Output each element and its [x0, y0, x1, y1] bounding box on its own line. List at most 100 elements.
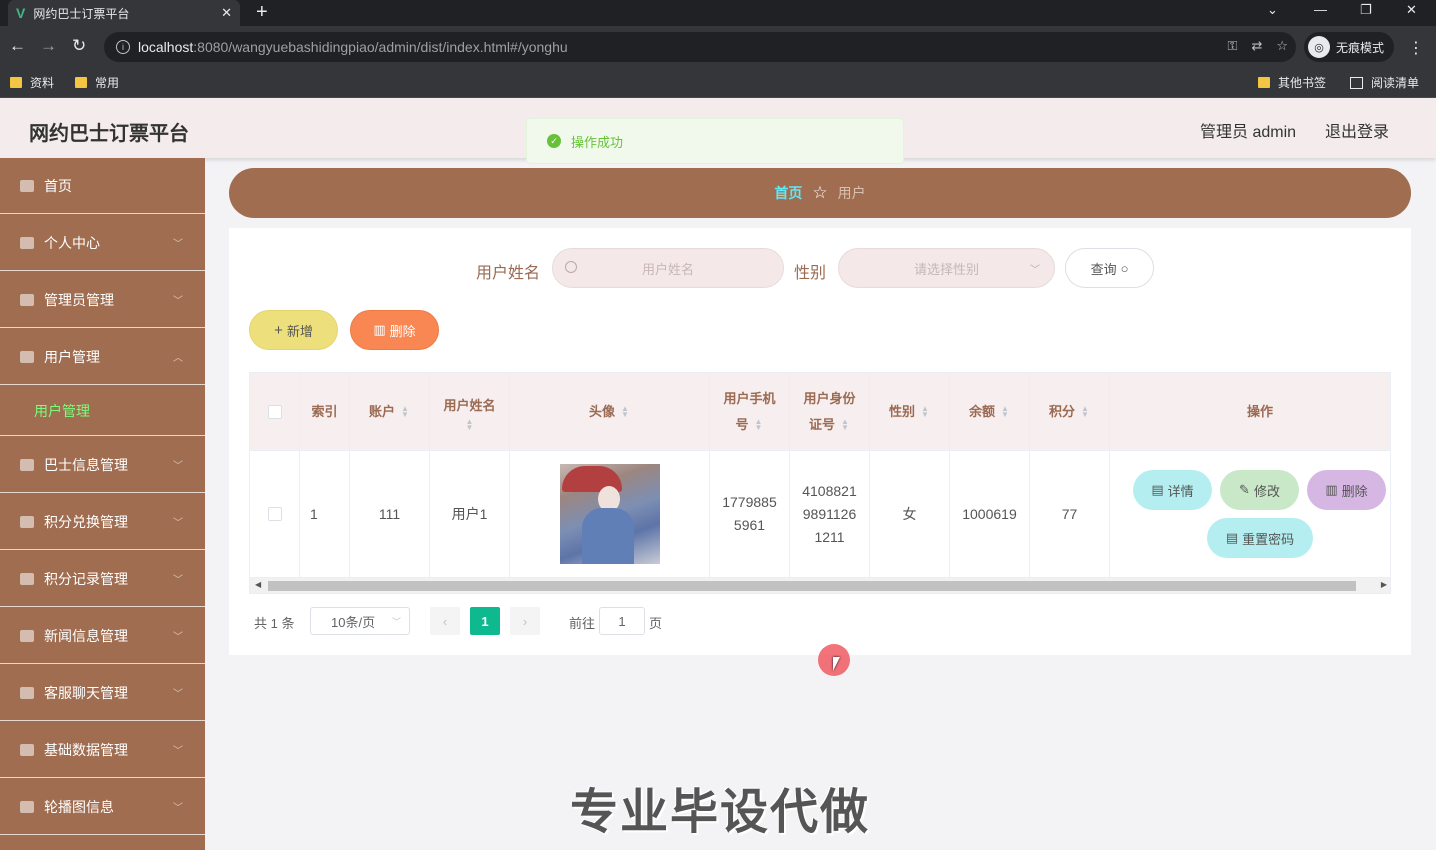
close-window-icon[interactable]: ✕	[1406, 2, 1417, 18]
column-header-ops: 操作	[1110, 373, 1390, 451]
next-page-button[interactable]: ›	[510, 607, 540, 635]
column-header-points[interactable]: 积分 ▲ ▼	[1030, 373, 1110, 451]
bookmark-folder[interactable]: 常用	[75, 74, 119, 91]
name-search-input[interactable]: 用户姓名	[552, 248, 784, 288]
admin-label: 管理员 admin	[1200, 124, 1297, 141]
row-delete-button[interactable]: ▥ 删除	[1307, 470, 1386, 510]
cell-gender: 女	[870, 451, 950, 578]
trash-icon: ▥	[373, 322, 386, 337]
reading-list[interactable]: 阅读清单	[1350, 74, 1419, 91]
prev-page-button[interactable]: ‹	[430, 607, 460, 635]
restore-icon[interactable]: ❐	[1360, 2, 1372, 18]
forward-icon[interactable]: →	[40, 36, 57, 56]
column-header-phone[interactable]: 用户手机号 ▲ ▼	[710, 373, 790, 451]
gender-select[interactable]: 请选择性别 ﹀	[838, 248, 1055, 288]
column-header-balance[interactable]: 余额 ▲ ▼	[950, 373, 1030, 451]
cell-phone: 1779885 5961	[710, 451, 790, 578]
mail-icon	[20, 293, 34, 306]
scroll-right-icon[interactable]: ▶	[1381, 580, 1387, 589]
sidebar-item-profile[interactable]: 个人中心 ﹀	[0, 215, 205, 271]
close-tab-icon[interactable]: ✕	[221, 5, 232, 21]
chevron-down-icon: ﹀	[391, 617, 401, 627]
header-select-all[interactable]	[250, 373, 300, 451]
query-button[interactable]: 查询 ○	[1065, 248, 1154, 288]
goto-page-input[interactable]: 1	[599, 607, 645, 635]
star-bookmark-icon[interactable]: ☆	[1276, 38, 1288, 54]
address-bar[interactable]: i localhost:8080/wangyuebashidingpiao/ad…	[104, 32, 1296, 62]
reset-password-button[interactable]: ▤ 重置密码	[1207, 518, 1313, 558]
sort-icon[interactable]: ▲ ▼	[920, 404, 930, 418]
chart-icon	[20, 458, 34, 471]
search-icon: ○	[1120, 260, 1129, 276]
translate-icon[interactable]: ⇄	[1251, 38, 1262, 54]
success-toast: ✓ 操作成功	[526, 118, 904, 164]
sort-icon[interactable]: ▲ ▼	[465, 417, 475, 431]
sidebar-item-chat[interactable]: 客服聊天管理 ﹀	[0, 665, 205, 721]
sidebar-item-points-exchange[interactable]: 积分兑换管理 ﹀	[0, 494, 205, 550]
current-page[interactable]: 1	[470, 607, 500, 635]
chevron-down-icon: ﹀	[1030, 265, 1040, 276]
column-header-name[interactable]: 用户姓名 ▲ ▼	[430, 373, 510, 451]
sort-icon[interactable]: ▲ ▼	[1080, 404, 1090, 418]
image-icon	[20, 800, 34, 813]
column-header-gender[interactable]: 性别 ▲ ▼	[870, 373, 950, 451]
sort-icon[interactable]: ▲ ▼	[840, 418, 850, 432]
breadcrumb-home[interactable]: 首页	[774, 183, 802, 203]
page-size-select[interactable]: 10条/页 ﹀	[310, 607, 410, 635]
sort-icon[interactable]: ▲ ▼	[1000, 404, 1010, 418]
add-button[interactable]: + 新增	[249, 310, 338, 350]
new-tab-icon[interactable]: +	[256, 1, 268, 23]
site-info-icon[interactable]: i	[116, 40, 130, 54]
edit-button[interactable]: ✎ 修改	[1220, 470, 1299, 510]
sidebar-item-carousel[interactable]: 轮播图信息 ﹀	[0, 779, 205, 835]
column-header-avatar[interactable]: 头像 ▲ ▼	[510, 373, 710, 451]
page-suffix: 页	[649, 616, 663, 631]
batch-delete-button[interactable]: ▥ 删除	[350, 310, 439, 350]
incognito-badge[interactable]: ◎ 无痕模式	[1304, 32, 1395, 62]
checkbox[interactable]	[267, 404, 282, 419]
minimize-icon[interactable]: —	[1314, 2, 1327, 17]
sidebar-item-base-data[interactable]: 基础数据管理 ﹀	[0, 722, 205, 778]
folder-icon	[10, 77, 22, 88]
sidebar-item-users[interactable]: 用户管理 ︿	[0, 329, 205, 385]
url-path: :8080/wangyuebashidingpiao/admin/dist/in…	[193, 39, 568, 55]
incognito-icon: ◎	[1308, 36, 1330, 58]
app-title: 网约巴士订票平台	[29, 123, 189, 145]
user-icon	[20, 236, 34, 249]
cell-index: 1	[300, 451, 350, 578]
news-icon	[20, 629, 34, 642]
chevron-down-icon: ﹀	[173, 746, 183, 757]
column-header-account[interactable]: 账户 ▲ ▼	[350, 373, 430, 451]
detail-button[interactable]: ▤ 详情	[1133, 470, 1212, 510]
column-header-index: 索引	[300, 373, 350, 451]
star-icon: ☆	[812, 183, 828, 202]
sort-icon[interactable]: ▲ ▼	[620, 404, 630, 418]
sidebar-item-points-records[interactable]: 积分记录管理 ﹀	[0, 551, 205, 607]
row-select[interactable]	[250, 451, 300, 578]
breadcrumb-current: 用户	[837, 185, 866, 201]
bookmark-folder[interactable]: 资料	[10, 74, 54, 91]
tab-search-icon[interactable]: ⌄	[1267, 2, 1278, 18]
key-icon[interactable]: ⚿	[1228, 38, 1238, 54]
scrollbar-thumb[interactable]	[268, 581, 1356, 591]
cell-balance: 1000619	[950, 451, 1030, 578]
other-bookmarks[interactable]: 其他书签	[1258, 74, 1326, 91]
reload-icon[interactable]: ↻	[72, 36, 86, 56]
logout-link[interactable]: 退出登录	[1325, 118, 1389, 142]
sidebar-item-bus-info[interactable]: 巴士信息管理 ﹀	[0, 437, 205, 493]
back-icon[interactable]: ←	[9, 36, 26, 56]
browser-menu-icon[interactable]: ⋮	[1408, 38, 1424, 58]
goto-label: 前往	[569, 616, 596, 631]
sidebar-item-home[interactable]: 首页	[0, 158, 205, 214]
sidebar-item-news[interactable]: 新闻信息管理 ﹀	[0, 608, 205, 664]
sidebar-subitem-user-management[interactable]: 用户管理	[0, 386, 205, 436]
column-header-idcard[interactable]: 用户身份 证号 ▲ ▼	[790, 373, 870, 451]
checkbox[interactable]	[267, 507, 282, 521]
sort-icon[interactable]: ▲ ▼	[754, 418, 764, 432]
sidebar-item-admins[interactable]: 管理员管理 ﹀	[0, 272, 205, 328]
horizontal-scrollbar[interactable]: ◀ ▶	[250, 578, 1390, 593]
sort-icon[interactable]: ▲ ▼	[400, 404, 410, 418]
scroll-left-icon[interactable]: ◀	[255, 580, 261, 589]
chevron-down-icon: ﹀	[173, 239, 183, 250]
browser-tab[interactable]: V 网约巴士订票平台 ✕	[8, 0, 240, 26]
